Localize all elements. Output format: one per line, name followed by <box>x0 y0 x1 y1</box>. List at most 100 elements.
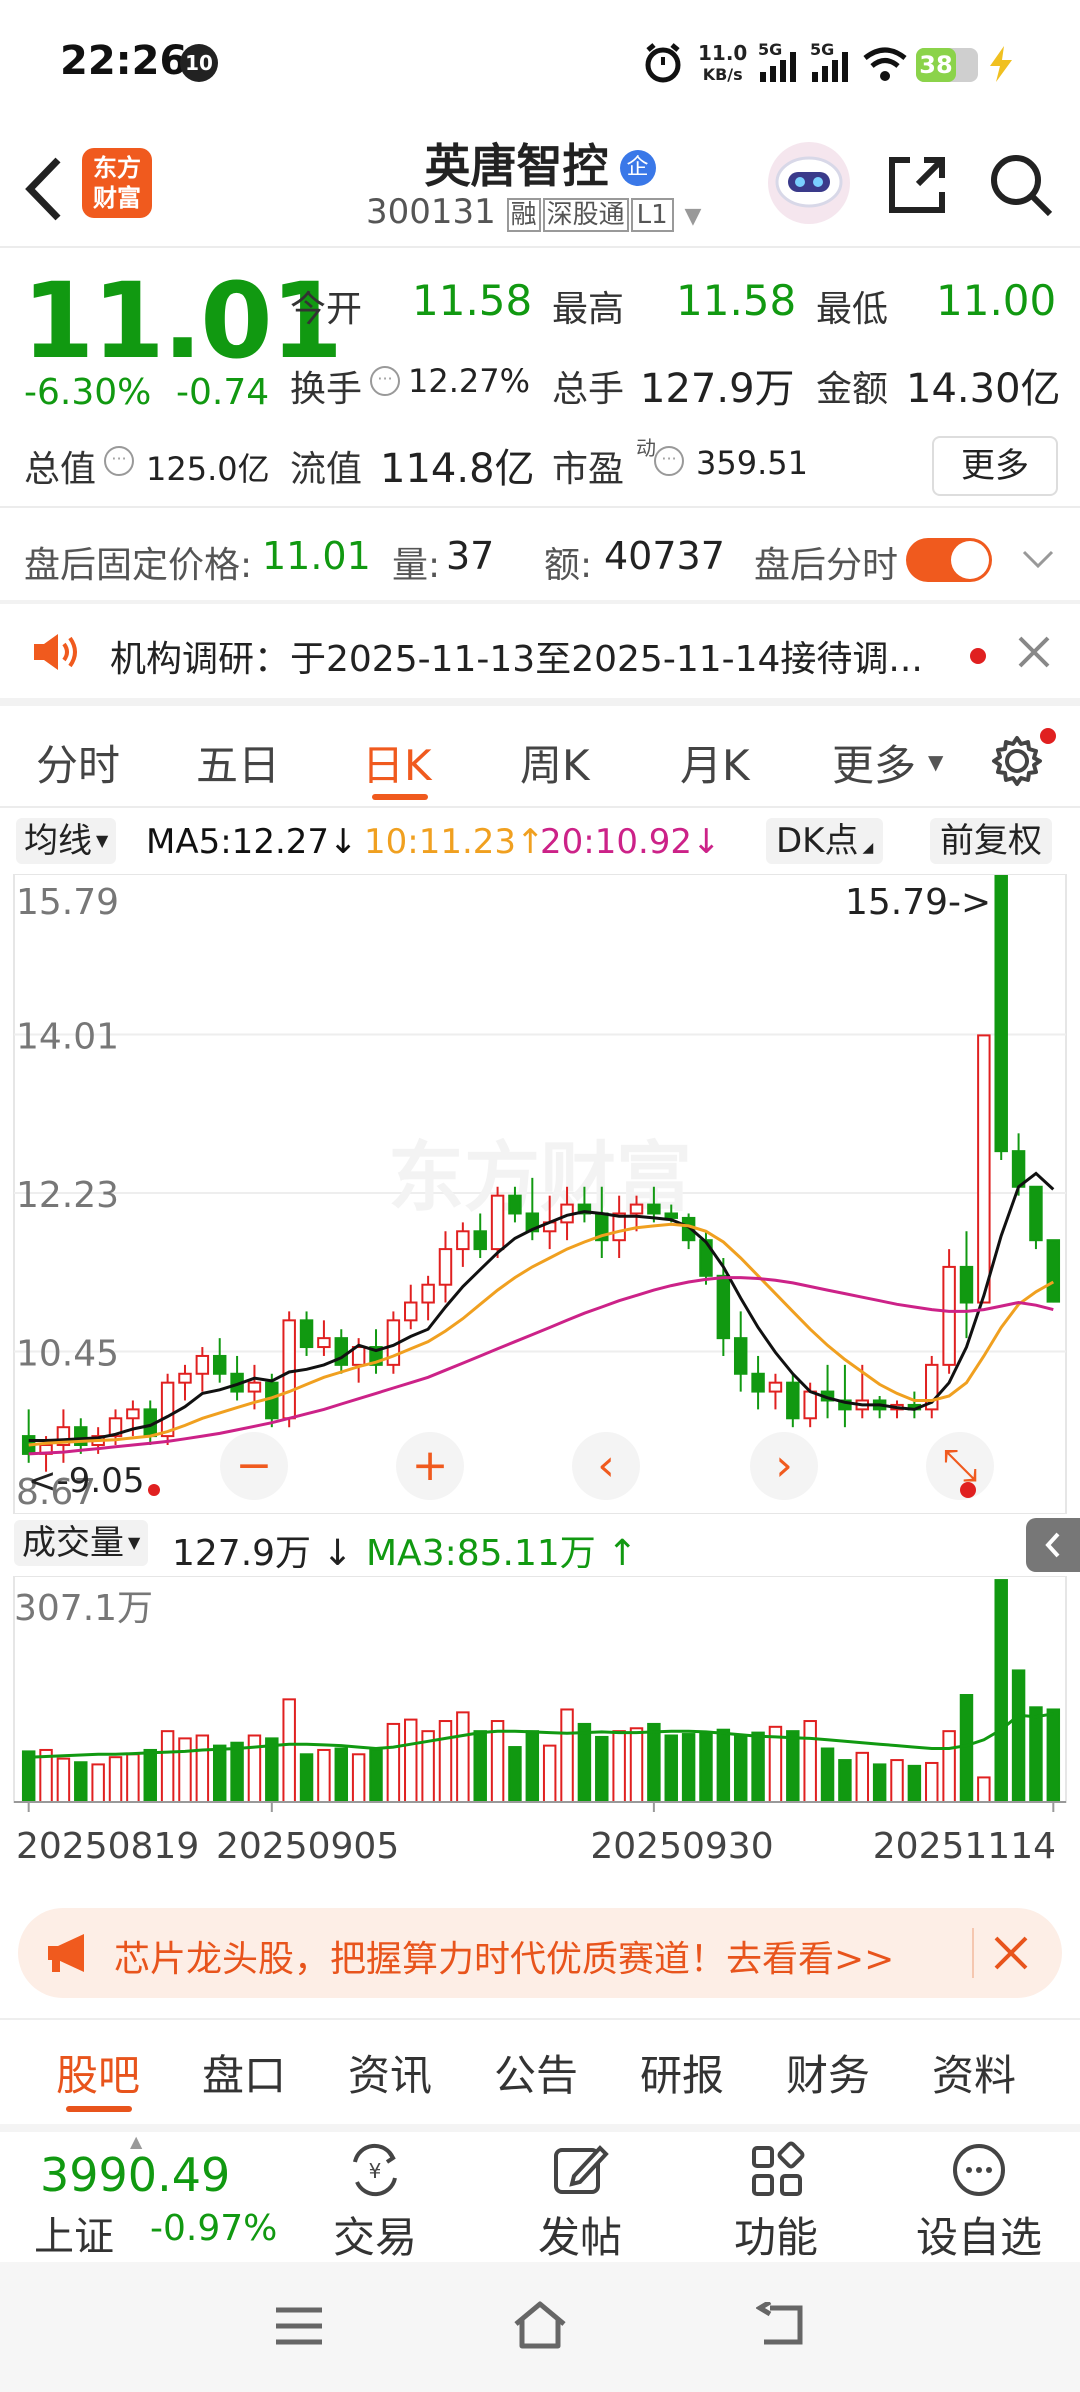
info-icon[interactable]: ··· <box>104 446 134 476</box>
caret-down-icon: ▼ <box>928 750 944 774</box>
dk-button[interactable]: DK点 ◢ <box>766 818 884 864</box>
menu-icon[interactable] <box>274 2306 324 2350</box>
pe-label: 市盈 <box>552 449 625 490</box>
mktcap-value: 125.0亿 <box>146 450 270 488</box>
volume-bar <box>178 1737 192 1803</box>
more-button[interactable]: 更多 <box>932 436 1058 496</box>
volume-bar <box>977 1776 991 1804</box>
info-tabs: 股吧 盘口 资讯 公告 研报 财务 资料 <box>0 2022 1080 2122</box>
volume-chart[interactable]: 307.1万 20250819 20250905 20250930 20251114 <box>0 1576 1080 1876</box>
search-icon[interactable] <box>986 150 1056 224</box>
subtab-profile[interactable]: 资料 <box>932 2042 1016 2103</box>
zoom-in-button[interactable]: + <box>396 1432 464 1500</box>
candle-body <box>664 1212 678 1219</box>
tab-monthly-k[interactable]: 月K <box>680 732 750 793</box>
notice-text[interactable]: 机构调研：于2025-11-13至2025-11-14接待调... <box>110 630 940 682</box>
after-hours-label: 盘后固定价格: <box>24 545 253 586</box>
candle-body <box>299 1319 314 1349</box>
kline-chart[interactable]: 东方财富15.7914.0112.2310.458.6715.79-><-9.0… <box>0 874 1080 1514</box>
volume-value: 127.9万 ↓ <box>172 1533 353 1574</box>
volume-bar <box>647 1722 661 1803</box>
chevron-down-icon[interactable] <box>1022 550 1054 574</box>
index-value: 3990.49 <box>40 2148 231 2202</box>
mktcap-label: 总值 <box>24 449 97 490</box>
svg-text:¥: ¥ <box>369 2159 382 2183</box>
scroll-right-button[interactable]: › <box>750 1432 818 1500</box>
notification-dot <box>1040 728 1056 744</box>
volume-bar <box>1046 1708 1061 1803</box>
stock-code: 300131 <box>366 192 496 232</box>
high-value: 11.58 <box>676 276 797 325</box>
subtab-forum[interactable]: 股吧 <box>56 2042 140 2103</box>
after-hours-row: 盘后固定价格: 11.01 量: 37 额: 40737 盘后分时 <box>0 508 1080 602</box>
subtab-orderbook[interactable]: 盘口 <box>202 2042 286 2103</box>
open-value: 11.58 <box>412 276 533 325</box>
back-nav-icon[interactable] <box>755 2299 808 2352</box>
volume-bar <box>959 1694 974 1803</box>
robot-assistant-icon[interactable] <box>768 142 850 224</box>
index-widget[interactable]: ▲ 3990.49 上证 -0.97% <box>0 2132 300 2262</box>
speaker-icon <box>30 630 80 678</box>
watchlist-button[interactable]: 设自选 <box>904 2132 1054 2262</box>
ma5-value: MA5:12.27↓ <box>146 822 358 862</box>
info-icon[interactable]: ··· <box>370 366 400 396</box>
volume-bar <box>404 1718 418 1803</box>
trade-button[interactable]: ¥ 交易 <box>320 2132 430 2262</box>
volume-bar <box>282 1698 296 1803</box>
tab-weekly-k[interactable]: 周K <box>520 732 590 793</box>
wifi-icon <box>862 46 908 86</box>
candle-body <box>473 1230 487 1251</box>
after-hours-amt-label: 额: <box>544 545 593 586</box>
date-tick-label: 20250930 <box>590 1826 773 1867</box>
ad-divider <box>972 1928 974 1978</box>
candle-body <box>733 1337 748 1375</box>
stock-code-row[interactable]: 300131 融深股通 L1 ▼ <box>366 192 701 232</box>
notice-bar[interactable]: 机构调研：于2025-11-13至2025-11-14接待调... <box>0 604 1080 698</box>
zoom-out-button[interactable]: − <box>220 1432 288 1500</box>
subtab-announcements[interactable]: 公告 <box>494 2042 578 2103</box>
tab-intraday[interactable]: 分时 <box>36 732 120 793</box>
charging-icon <box>986 46 1016 86</box>
share-icon[interactable] <box>882 150 952 224</box>
collapse-tab-icon[interactable] <box>1026 1518 1080 1572</box>
candle-body <box>629 1203 644 1215</box>
edit-icon <box>554 2145 609 2194</box>
indicator-select[interactable]: 成交量 ▼ <box>14 1520 149 1566</box>
turnover-label: 换手 <box>290 369 363 410</box>
scroll-left-button[interactable]: ‹ <box>572 1432 640 1500</box>
close-icon[interactable] <box>1016 634 1052 674</box>
home-icon[interactable] <box>512 2300 568 2354</box>
tab-more[interactable]: 更多 <box>832 732 916 793</box>
post-button[interactable]: 发帖 <box>520 2132 640 2262</box>
subtab-research[interactable]: 研报 <box>640 2042 724 2103</box>
after-hours-vol-label: 量: <box>392 545 441 586</box>
after-hours-toggle[interactable] <box>906 538 992 582</box>
ma-select[interactable]: 均线 ▼ <box>16 818 117 864</box>
subtab-finance[interactable]: 财务 <box>786 2042 870 2103</box>
candle-body <box>942 1265 956 1366</box>
adjust-button[interactable]: 前复权 <box>930 818 1052 864</box>
unread-dot <box>970 648 986 664</box>
tag-connect: 深股通 <box>542 198 629 232</box>
candle-body <box>247 1381 262 1393</box>
candle-body <box>160 1381 175 1438</box>
candle-body <box>421 1283 435 1304</box>
gear-icon[interactable] <box>990 734 1044 792</box>
info-icon[interactable]: ··· <box>654 446 684 476</box>
ad-text[interactable]: 芯片龙头股，把握算力时代优质赛道！去看看>> <box>114 1930 894 1982</box>
volume-bar <box>299 1753 314 1803</box>
volume-bar <box>577 1722 592 1803</box>
ma10-value: 10:11.23↑ <box>364 822 545 862</box>
volume-bar <box>751 1731 765 1804</box>
candle-body <box>786 1381 800 1420</box>
ad-banner[interactable]: 芯片龙头股，把握算力时代优质赛道！去看看>> <box>18 1908 1062 1998</box>
close-icon[interactable] <box>992 1934 1030 1976</box>
fullscreen-button[interactable]: ⤡ <box>926 1432 994 1500</box>
subtab-news[interactable]: 资讯 <box>348 2042 432 2103</box>
volume-bar <box>716 1728 731 1803</box>
volume-bar <box>386 1722 401 1803</box>
tab-five-day[interactable]: 五日 <box>196 732 280 793</box>
functions-button[interactable]: 功能 <box>716 2132 836 2262</box>
volume-label: 总手 <box>552 369 625 410</box>
tab-daily-k[interactable]: 日K <box>362 732 432 793</box>
